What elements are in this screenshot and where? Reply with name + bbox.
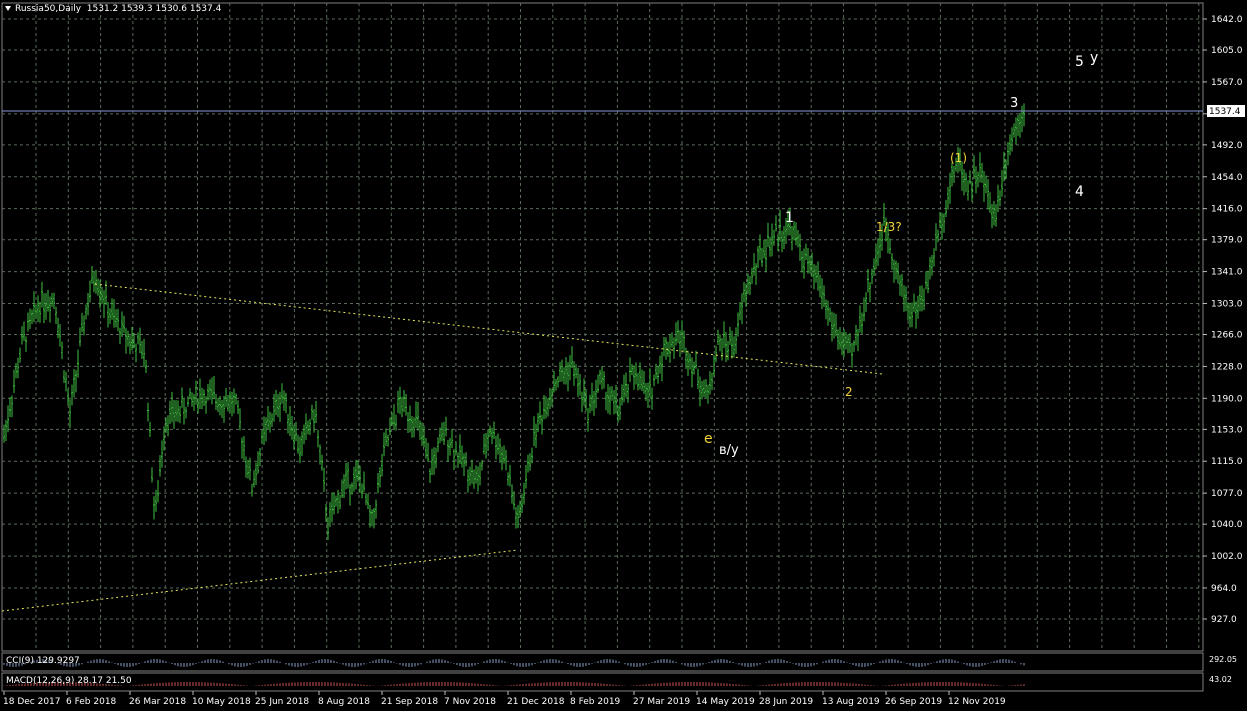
price-tick-label: 1492.0 bbox=[1211, 141, 1243, 151]
time-tick-label: 21 Sep 2018 bbox=[381, 697, 438, 707]
price-tick-label: 1341.0 bbox=[1211, 268, 1243, 278]
symbol-label: Russia50,Daily bbox=[15, 4, 82, 14]
time-tick-label: 8 Aug 2018 bbox=[318, 697, 370, 707]
time-tick-label: 8 Feb 2019 bbox=[570, 697, 621, 707]
price-chart[interactable]: 1642.01605.01567.01529.01492.01454.01416… bbox=[0, 0, 1247, 711]
price-tick-label: 1266.0 bbox=[1211, 331, 1243, 341]
time-tick-label: 13 Aug 2019 bbox=[822, 697, 880, 707]
time-tick-label: 14 May 2019 bbox=[696, 697, 755, 707]
price-tick-label: 1228.0 bbox=[1211, 362, 1243, 372]
macd-axis-label: 43.02 bbox=[1209, 675, 1232, 684]
time-tick-label: 26 Mar 2018 bbox=[129, 697, 186, 707]
current-price-label: 1537.4 bbox=[1209, 107, 1241, 117]
price-tick-label: 1454.0 bbox=[1211, 173, 1243, 183]
price-tick-label: 1605.0 bbox=[1211, 46, 1243, 56]
wave-label: 4 bbox=[1075, 184, 1084, 200]
dropdown-triangle-icon[interactable] bbox=[5, 6, 11, 11]
wave-label: 1/3? bbox=[876, 220, 902, 234]
price-tick-label: 1077.0 bbox=[1211, 489, 1243, 499]
lower-trendline bbox=[1, 549, 519, 612]
price-tick-label: 1416.0 bbox=[1211, 205, 1243, 215]
time-tick-label: 18 Dec 2017 bbox=[3, 697, 61, 707]
price-tick-label: 1379.0 bbox=[1211, 236, 1243, 246]
chart-header: Russia50,Daily 1531.2 1539.3 1530.6 1537… bbox=[5, 4, 221, 14]
ohlc-values: 1531.2 1539.3 1530.6 1537.4 bbox=[86, 4, 222, 14]
price-tick-label: 1002.0 bbox=[1211, 552, 1243, 562]
cci-label: CCI(9) 129.9297 bbox=[6, 656, 80, 666]
macd-label: MACD(12,26,9) 28.17 21.50 bbox=[6, 676, 132, 686]
wave-label: y bbox=[1090, 50, 1098, 66]
wave-label: (1) bbox=[950, 151, 967, 165]
time-tick-label: 25 Jun 2018 bbox=[255, 697, 309, 707]
time-tick-label: 12 Nov 2019 bbox=[948, 697, 1006, 707]
wave-label: 5 bbox=[1075, 54, 1084, 70]
time-tick-label: 21 Dec 2018 bbox=[507, 697, 565, 707]
price-tick-label: 927.0 bbox=[1211, 615, 1237, 625]
time-tick-label: 26 Sep 2019 bbox=[885, 697, 942, 707]
wave-label: e bbox=[704, 431, 713, 447]
price-tick-label: 964.0 bbox=[1211, 584, 1237, 594]
price-tick-label: 1153.0 bbox=[1211, 425, 1243, 435]
time-tick-label: 10 May 2018 bbox=[192, 697, 251, 707]
time-tick-label: 28 Jun 2019 bbox=[759, 697, 813, 707]
time-tick-label: 27 Mar 2019 bbox=[633, 697, 690, 707]
cci-axis-label: 292.05 bbox=[1209, 655, 1237, 664]
wave-label: 1 bbox=[785, 210, 794, 226]
price-tick-label: 1303.0 bbox=[1211, 299, 1243, 309]
price-tick-label: 1642.0 bbox=[1211, 15, 1243, 25]
price-tick-label: 1190.0 bbox=[1211, 394, 1243, 404]
wave-label: 3 bbox=[1010, 96, 1018, 111]
macd-pane-frame bbox=[1, 672, 1204, 692]
price-tick-label: 1115.0 bbox=[1211, 457, 1243, 467]
time-tick-label: 7 Nov 2018 bbox=[444, 697, 496, 707]
wave-label: 2 bbox=[845, 385, 853, 399]
time-tick-label: 6 Feb 2018 bbox=[66, 697, 117, 707]
price-tick-label: 1567.0 bbox=[1211, 78, 1243, 88]
wave-label: в/у bbox=[719, 443, 739, 458]
price-tick-label: 1040.0 bbox=[1211, 520, 1243, 530]
main-plot-frame bbox=[1, 2, 1204, 652]
cci-pane-frame bbox=[1, 652, 1204, 672]
